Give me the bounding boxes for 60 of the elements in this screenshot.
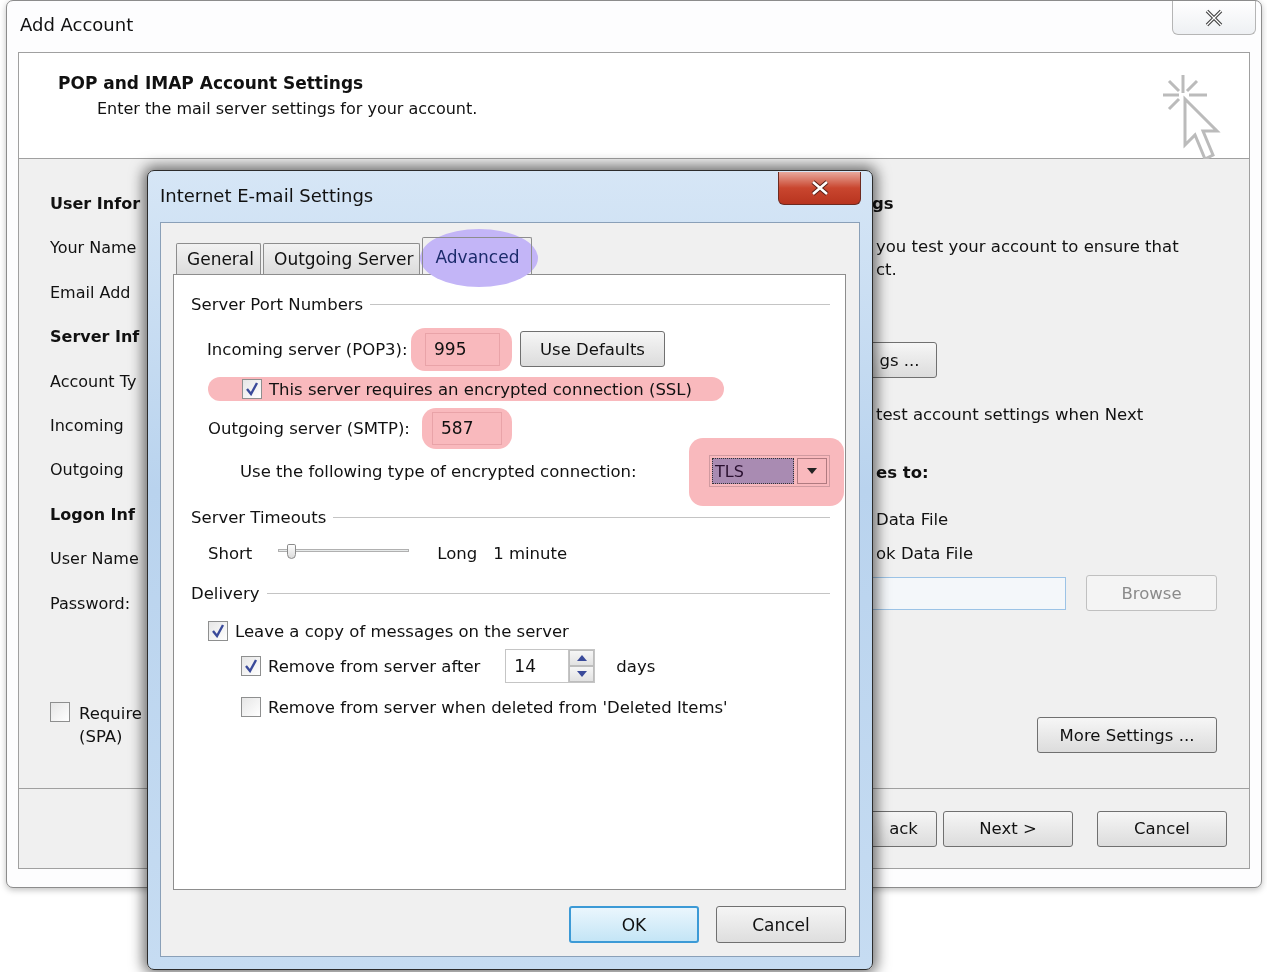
group-title: Server Timeouts xyxy=(191,507,327,527)
section-heading: gs xyxy=(871,193,895,215)
field-label: Use the following type of encrypted connection: xyxy=(240,461,638,481)
tab[interactable]: Outgoing Server xyxy=(263,243,421,274)
file-path-field[interactable] xyxy=(872,576,1066,610)
field-label: Outgoing xyxy=(50,459,125,482)
section-heading: Logon Inf xyxy=(50,503,136,526)
checkbox-label: Remove from server after xyxy=(268,656,481,676)
description-text: you test your account to ensure that ct. xyxy=(875,236,1180,282)
checkbox-label: Remove from server when deleted from 'Deleted Items' xyxy=(268,697,728,717)
group-title: Delivery xyxy=(191,583,260,603)
port-input[interactable]: 995 xyxy=(425,332,500,366)
spin-down-icon[interactable] xyxy=(569,666,595,682)
tab[interactable]: General xyxy=(176,243,261,274)
window-title: Add Account xyxy=(20,14,134,35)
checkbox[interactable] xyxy=(242,379,262,399)
checkbox[interactable] xyxy=(50,701,70,722)
slider-label: Short xyxy=(208,543,253,563)
field-label: Outgoing server (SMTP): xyxy=(208,418,411,438)
section-heading: Server Inf xyxy=(50,326,141,349)
spin-up-icon[interactable] xyxy=(569,650,595,666)
field-label: User Name xyxy=(50,548,140,571)
dialog-button[interactable]: OK xyxy=(569,906,699,943)
checkbox-label: This server requires an encrypted connection (SSL) xyxy=(269,379,692,399)
dialog-button[interactable]: Cancel xyxy=(716,906,846,943)
field-label: Incoming server (POP3): xyxy=(207,339,409,359)
checkbox[interactable] xyxy=(241,656,261,676)
checkbox[interactable] xyxy=(208,621,228,641)
field-label: Password: xyxy=(50,592,132,615)
checkbox[interactable] xyxy=(241,697,261,717)
header-subtitle: Enter the mail server settings for your account. xyxy=(96,99,478,118)
section-heading: es to: xyxy=(875,462,930,485)
slider-label: Long xyxy=(437,543,478,563)
footer-button[interactable]: Next > xyxy=(943,810,1073,847)
footer-button[interactable]: ack xyxy=(870,810,937,847)
unit-label: days xyxy=(616,656,656,676)
field-label: Your Name xyxy=(50,237,138,260)
field-label: Incoming xyxy=(50,414,125,437)
footer-button[interactable]: Cancel xyxy=(1097,810,1227,847)
caret-icon xyxy=(806,467,818,475)
field-label: Account Ty xyxy=(50,370,138,393)
option-label: Data File xyxy=(875,509,950,532)
section-heading: User Infor xyxy=(50,193,141,215)
use-defaults-button[interactable]: Use Defaults xyxy=(520,331,665,367)
encryption-dropdown[interactable]: TLS xyxy=(709,455,830,487)
header-title: POP and IMAP Account Settings xyxy=(58,73,365,93)
close-icon xyxy=(809,180,830,196)
group-title: Server Port Numbers xyxy=(191,294,364,314)
close-icon xyxy=(1204,8,1224,27)
dialog-title: Internet E-mail Settings xyxy=(160,185,374,206)
days-spinner[interactable]: 14 xyxy=(505,649,596,683)
checkbox-label: Leave a copy of messages on the server xyxy=(235,621,569,641)
field-label: Email Add xyxy=(50,281,132,304)
option-label: ok Data File xyxy=(875,543,975,566)
option-label: test account settings when Next xyxy=(875,404,1145,427)
port-input[interactable]: 587 xyxy=(432,411,502,445)
checkbox-label: Require (SPA) xyxy=(79,702,142,748)
timeout-value: 1 minute xyxy=(493,543,568,563)
close-button[interactable] xyxy=(778,172,861,205)
more-settings-button[interactable]: More Settings ... xyxy=(1037,717,1217,754)
